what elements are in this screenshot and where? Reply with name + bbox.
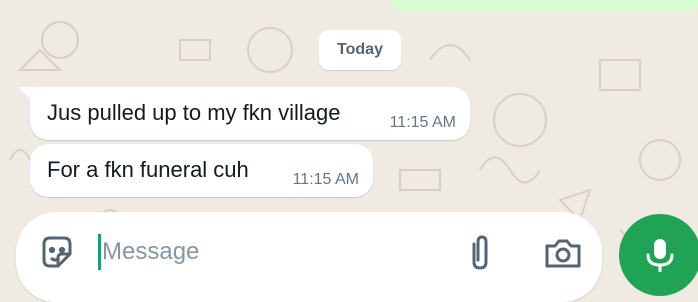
date-separator: Today [319,30,401,70]
message-bubble-incoming[interactable]: Jus pulled up to my fkn village 11:15 AM [30,87,470,140]
outgoing-message-bubble[interactable] [390,0,698,12]
message-text: Jus pulled up to my fkn village [47,100,341,125]
message-input[interactable] [100,230,432,274]
camera-icon[interactable] [543,234,583,272]
message-bubble-incoming[interactable]: For a fkn funeral cuh 11:15 AM [30,144,373,197]
sticker-icon[interactable] [38,234,76,272]
message-timestamp: 11:15 AM [292,171,359,188]
message-text: For a fkn funeral cuh [47,157,249,182]
microphone-icon [646,239,674,272]
message-composer [16,212,602,302]
voice-message-button[interactable] [619,214,698,296]
paperclip-icon[interactable] [463,232,497,274]
message-timestamp: 11:15 AM [389,114,456,131]
